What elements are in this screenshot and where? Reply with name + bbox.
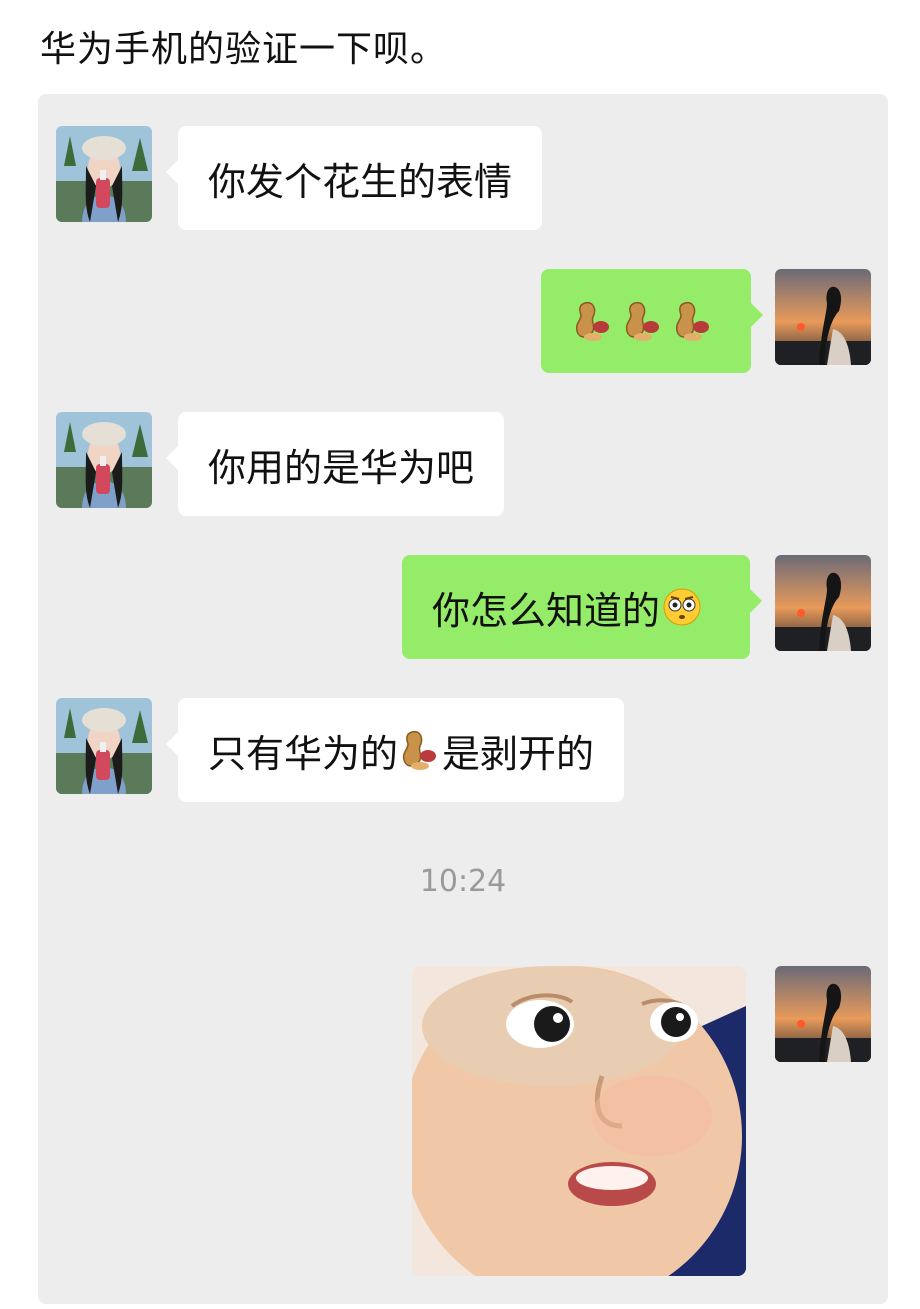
message-text: 是剥开的 <box>442 731 595 776</box>
contact-avatar[interactable] <box>56 698 152 794</box>
message-text: 你用的是华为吧 <box>208 445 475 490</box>
girl-cap-avatar-icon <box>56 698 152 794</box>
my-avatar[interactable] <box>775 966 871 1062</box>
sunset-girl-avatar-icon <box>775 269 871 365</box>
chat-window: 你发个花生的表情 你用的是华为吧 你怎么知道的 只有华为的 是剥开的 10:24 <box>38 94 888 1304</box>
message-text: 你怎么知道的 <box>432 588 661 633</box>
sunset-girl-avatar-icon <box>775 966 871 1062</box>
incoming-message-bubble[interactable]: 只有华为的 是剥开的 <box>165 698 625 802</box>
outgoing-message-bubble[interactable]: 你怎么知道的 <box>402 555 762 659</box>
girl-cap-avatar-icon <box>56 412 152 508</box>
peanut-icon <box>671 299 715 343</box>
peanut-icon <box>571 299 615 343</box>
surprised-baby-sticker[interactable] <box>412 966 746 1276</box>
incoming-message-bubble[interactable]: 你发个花生的表情 <box>165 126 543 230</box>
incoming-message-bubble[interactable]: 你用的是华为吧 <box>165 412 505 516</box>
peanut-icon <box>621 299 665 343</box>
flushed-face-icon <box>662 587 702 627</box>
message-text: 只有华为的 <box>208 731 399 776</box>
my-avatar[interactable] <box>775 269 871 365</box>
contact-avatar[interactable] <box>56 126 152 222</box>
sunset-girl-avatar-icon <box>775 555 871 651</box>
contact-avatar[interactable] <box>56 412 152 508</box>
girl-cap-avatar-icon <box>56 126 152 222</box>
outgoing-message-bubble[interactable] <box>541 269 763 373</box>
peanut-icon <box>398 728 442 772</box>
chat-timestamp: 10:24 <box>419 864 507 899</box>
post-caption: 华为手机的验证一下呗。 <box>40 29 448 70</box>
my-avatar[interactable] <box>775 555 871 651</box>
message-text: 你发个花生的表情 <box>208 159 513 204</box>
